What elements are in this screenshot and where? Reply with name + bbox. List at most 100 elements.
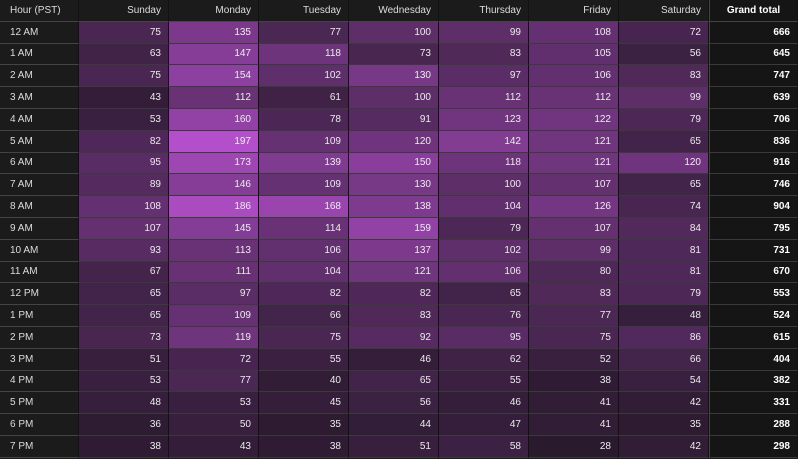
column-header-sunday: Sunday <box>79 0 169 22</box>
column-header-tuesday: Tuesday <box>259 0 349 22</box>
column-header-grand-total: Grand total <box>709 0 798 22</box>
row-grand-total: 645 <box>709 43 798 66</box>
heatmap-cell: 107 <box>79 217 169 240</box>
heatmap-cell: 145 <box>169 217 259 240</box>
row-grand-total: 404 <box>709 348 798 371</box>
row-grand-total: 298 <box>709 435 798 458</box>
heatmap-cell: 40 <box>259 370 349 393</box>
column-header-friday: Friday <box>529 0 619 22</box>
heatmap-cell: 53 <box>79 370 169 393</box>
heatmap-cell: 114 <box>259 217 349 240</box>
heatmap-cell: 38 <box>79 435 169 458</box>
heatmap-cell: 106 <box>259 239 349 262</box>
heatmap-cell: 61 <box>259 87 349 109</box>
heatmap-cell: 78 <box>259 108 349 131</box>
heatmap-cell: 107 <box>529 174 619 197</box>
row-grand-total: 288 <box>709 414 798 436</box>
heatmap-cell: 65 <box>619 130 709 153</box>
row-grand-total: 670 <box>709 261 798 284</box>
heatmap-cell: 43 <box>169 435 259 458</box>
heatmap-cell: 100 <box>349 21 439 44</box>
heatmap-cell: 82 <box>349 283 439 306</box>
column-header-monday: Monday <box>169 0 259 22</box>
heatmap-cell: 77 <box>169 370 259 393</box>
heatmap-cell: 75 <box>79 21 169 44</box>
heatmap-cell: 66 <box>259 305 349 327</box>
heatmap-cell: 65 <box>619 174 709 197</box>
heatmap-cell: 66 <box>619 348 709 371</box>
heatmap-cell: 92 <box>349 326 439 349</box>
heatmap-cell: 109 <box>259 174 349 197</box>
heatmap-cell: 102 <box>259 65 349 88</box>
row-label: 3 PM <box>0 348 79 371</box>
row-label: 6 PM <box>0 414 79 436</box>
heatmap-cell: 93 <box>79 239 169 262</box>
row-label: 7 PM <box>0 435 79 458</box>
row-label: 12 PM <box>0 283 79 306</box>
heatmap-cell: 112 <box>439 87 529 109</box>
row-grand-total: 795 <box>709 217 798 240</box>
hourly-heatmap-table: Hour (PST) Sunday Monday Tuesday Wednesd… <box>0 0 798 458</box>
heatmap-cell: 48 <box>619 305 709 327</box>
heatmap-cell: 121 <box>529 152 619 175</box>
heatmap-cell: 58 <box>439 435 529 458</box>
heatmap-cell: 106 <box>529 65 619 88</box>
heatmap-cell: 91 <box>349 108 439 131</box>
heatmap-cell: 53 <box>169 392 259 415</box>
heatmap-cell: 122 <box>529 108 619 131</box>
row-grand-total: 747 <box>709 65 798 88</box>
heatmap-cell: 75 <box>79 65 169 88</box>
heatmap-cell: 97 <box>439 65 529 88</box>
heatmap-cell: 100 <box>349 87 439 109</box>
heatmap-cell: 73 <box>349 43 439 66</box>
heatmap-cell: 89 <box>79 174 169 197</box>
heatmap-cell: 65 <box>79 283 169 306</box>
heatmap-cell: 173 <box>169 152 259 175</box>
heatmap-cell: 35 <box>619 414 709 436</box>
row-label: 2 AM <box>0 65 79 88</box>
row-label: 10 AM <box>0 239 79 262</box>
heatmap-cell: 118 <box>259 43 349 66</box>
row-grand-total: 553 <box>709 283 798 306</box>
row-label: 2 PM <box>0 326 79 349</box>
row-label: 1 PM <box>0 305 79 327</box>
heatmap-cell: 104 <box>439 196 529 218</box>
heatmap-cell: 83 <box>349 305 439 327</box>
heatmap-cell: 41 <box>529 414 619 436</box>
heatmap-cell: 79 <box>619 108 709 131</box>
column-header-wednesday: Wednesday <box>349 0 439 22</box>
heatmap-cell: 197 <box>169 130 259 153</box>
heatmap-cell: 51 <box>79 348 169 371</box>
heatmap-cell: 135 <box>169 21 259 44</box>
heatmap-cell: 83 <box>529 283 619 306</box>
row-label: 5 AM <box>0 130 79 153</box>
heatmap-cell: 154 <box>169 65 259 88</box>
heatmap-cell: 160 <box>169 108 259 131</box>
heatmap-cell: 168 <box>259 196 349 218</box>
heatmap-cell: 72 <box>619 21 709 44</box>
heatmap-cell: 99 <box>529 239 619 262</box>
heatmap-cell: 43 <box>79 87 169 109</box>
heatmap-cell: 137 <box>349 239 439 262</box>
heatmap-cell: 65 <box>439 283 529 306</box>
heatmap-cell: 73 <box>79 326 169 349</box>
heatmap-cell: 112 <box>529 87 619 109</box>
heatmap-cell: 38 <box>259 435 349 458</box>
heatmap-cell: 77 <box>529 305 619 327</box>
heatmap-cell: 44 <box>349 414 439 436</box>
heatmap-cell: 159 <box>349 217 439 240</box>
heatmap-cell: 118 <box>439 152 529 175</box>
heatmap-cell: 35 <box>259 414 349 436</box>
heatmap-cell: 86 <box>619 326 709 349</box>
heatmap-cell: 139 <box>259 152 349 175</box>
heatmap-cell: 150 <box>349 152 439 175</box>
heatmap-cell: 63 <box>79 43 169 66</box>
heatmap-cell: 65 <box>349 370 439 393</box>
heatmap-cell: 80 <box>529 261 619 284</box>
heatmap-cell: 46 <box>349 348 439 371</box>
row-grand-total: 331 <box>709 392 798 415</box>
row-grand-total: 666 <box>709 21 798 44</box>
row-label: 11 AM <box>0 261 79 284</box>
heatmap-cell: 119 <box>169 326 259 349</box>
row-grand-total: 904 <box>709 196 798 218</box>
